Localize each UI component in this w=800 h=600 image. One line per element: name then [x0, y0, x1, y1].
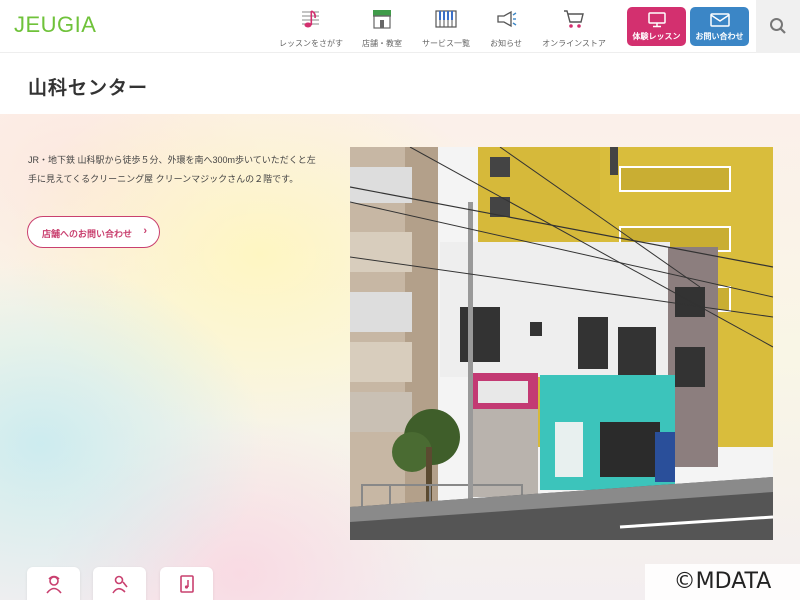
trial-lesson-label: 体験レッスン: [632, 32, 681, 41]
tile-music-book[interactable]: [160, 567, 213, 600]
nav-news-label: お知らせ: [490, 39, 522, 48]
store-photo: [350, 147, 773, 540]
store-icon: [373, 10, 391, 29]
nav-online-store[interactable]: オンラインストア: [538, 8, 610, 49]
search-button[interactable]: [756, 0, 800, 53]
singer-icon: [112, 575, 128, 594]
page-title: 山科センター: [28, 78, 149, 99]
music-note-icon: [302, 10, 319, 28]
cart-icon: [564, 10, 584, 28]
nav-news[interactable]: お知らせ: [470, 8, 542, 49]
nav-lessons[interactable]: レッスンをさがす: [275, 8, 347, 49]
store-contact-link[interactable]: 店舗へのお問い合わせ ›: [27, 216, 160, 248]
access-description: JR・地下鉄 山科駅から徒歩５分、外環を南へ300m歩いていただくと左手に見えて…: [28, 155, 316, 184]
tile-singer[interactable]: [93, 567, 146, 600]
tile-person[interactable]: [27, 567, 80, 600]
search-icon: [770, 18, 786, 34]
title-bar: 山科センター: [0, 53, 800, 114]
music-book-icon: [180, 575, 194, 593]
trial-lesson-button[interactable]: 体験レッスン: [627, 7, 686, 46]
watermark: ©MDATA: [645, 564, 800, 600]
chevron-right-icon: ›: [143, 225, 147, 237]
nav-stores[interactable]: 店舗・教室: [346, 8, 418, 49]
megaphone-icon: [497, 10, 517, 28]
nav-lessons-label: レッスンをさがす: [279, 39, 343, 48]
site-header: JEUGIA レッスンをさがす 店舗・教室 サービス一覧 お知らせ オンラインス…: [0, 0, 800, 53]
piano-keys-icon: [435, 10, 457, 28]
monitor-icon: [647, 12, 666, 28]
contact-button[interactable]: お問い合わせ: [690, 7, 749, 46]
jeugia-logo[interactable]: JEUGIA: [14, 12, 96, 38]
nav-stores-label: 店舗・教室: [362, 39, 402, 48]
store-info-section: JR・地下鉄 山科駅から徒歩５分、外環を南へ300m歩いていただくと左手に見えて…: [0, 114, 800, 600]
store-building-image: [350, 147, 773, 540]
nav-online-store-label: オンラインストア: [542, 39, 606, 48]
person-icon: [46, 575, 62, 594]
contact-label: お問い合わせ: [695, 32, 744, 41]
mail-icon: [709, 13, 730, 27]
store-contact-label: 店舗へのお問い合わせ: [42, 229, 133, 239]
